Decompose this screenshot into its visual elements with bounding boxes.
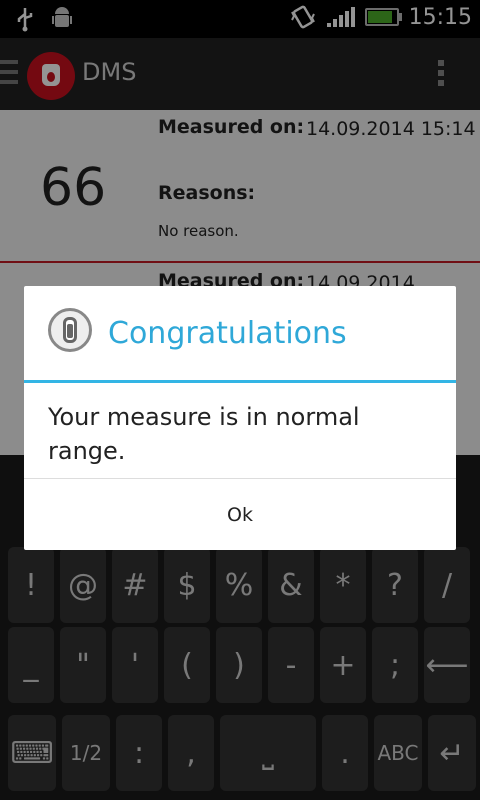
dialog-message: Your measure is in normal range. xyxy=(48,403,360,465)
dialog-title: Congratulations xyxy=(108,316,347,351)
alert-dialog: Congratulations Your measure is in norma… xyxy=(24,286,456,550)
info-icon xyxy=(48,308,92,352)
ok-button[interactable]: Ok xyxy=(24,479,456,550)
dialog-title-divider xyxy=(24,380,456,383)
